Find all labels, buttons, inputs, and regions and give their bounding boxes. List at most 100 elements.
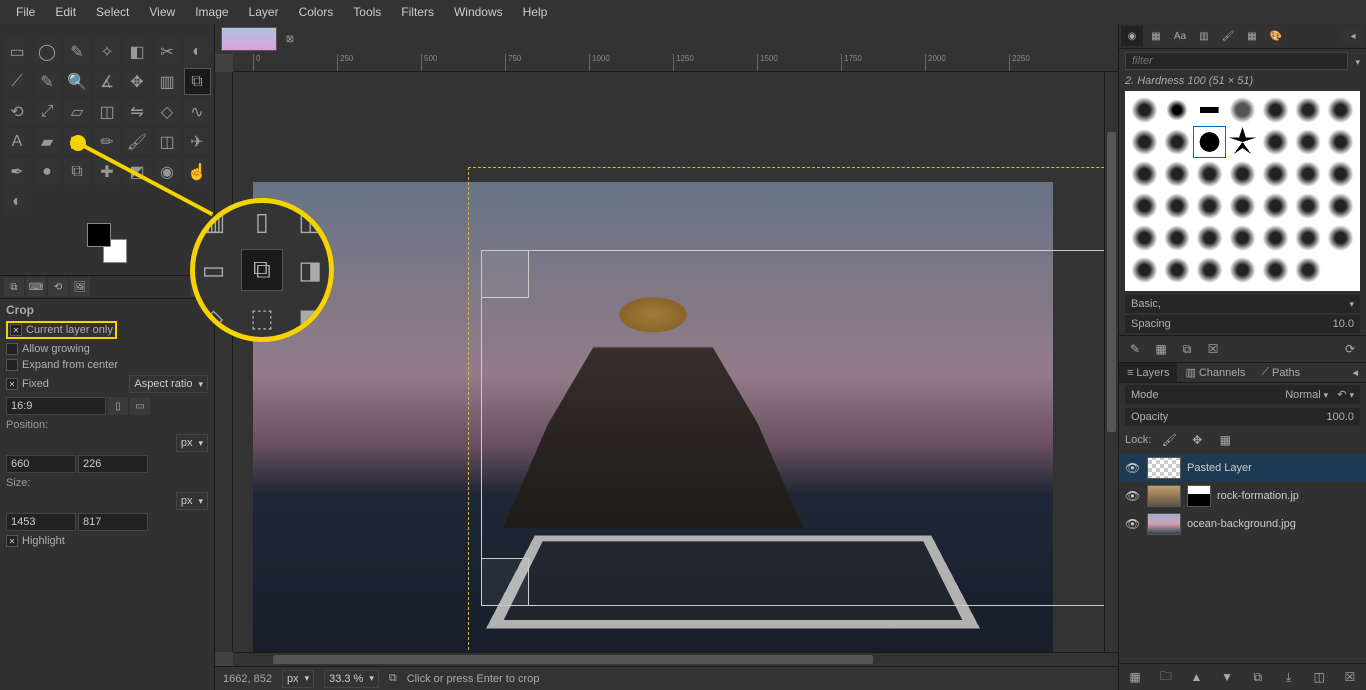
brush-swatch[interactable] [1293, 159, 1324, 189]
input-position-y[interactable] [78, 455, 148, 473]
dropdown-fixed-mode[interactable]: Aspect ratio [129, 375, 208, 393]
tool-move[interactable]: ✥ [124, 68, 151, 95]
layer-visibility-icon[interactable]: 👁 [1125, 517, 1141, 531]
menu-filters[interactable]: Filters [393, 3, 442, 21]
tool-by-color[interactable]: ◧ [124, 38, 151, 65]
brush-swatch[interactable] [1260, 223, 1291, 253]
tool-mypaint[interactable]: ● [34, 158, 61, 185]
tool-airbrush[interactable]: ✈ [184, 128, 211, 155]
dropdown-size-unit[interactable]: px [176, 492, 208, 510]
brush-category-dropdown-icon[interactable] [1346, 298, 1354, 310]
crop-handle-bl[interactable] [481, 558, 529, 606]
tool-perspective[interactable]: ◫ [94, 98, 121, 125]
tool-measure[interactable]: ∡ [94, 68, 121, 95]
layer-name[interactable]: rock-formation.jp [1217, 490, 1299, 502]
tool-ellipse-select[interactable]: ◯ [34, 38, 61, 65]
tab-layers[interactable]: ≡ Layers [1119, 363, 1177, 382]
tool-bucket[interactable]: ▰ [34, 128, 61, 155]
btn-merge-down-icon[interactable]: ⤓ [1279, 668, 1299, 686]
menu-layer[interactable]: Layer [241, 3, 287, 21]
dropdown-position-unit[interactable]: px [176, 434, 208, 452]
btn-mask-icon[interactable]: ◫ [1309, 668, 1329, 686]
brush-swatch[interactable] [1162, 95, 1193, 125]
tool-cage[interactable]: ◇ [154, 98, 181, 125]
tab-tool-presets-icon[interactable]: 🎨 [1265, 26, 1287, 46]
tool-ink[interactable]: ✒ [4, 158, 31, 185]
tool-foreground[interactable]: ◐ [184, 38, 211, 65]
crop-rectangle[interactable] [481, 250, 1104, 606]
image-tab-thumbnail[interactable] [221, 27, 277, 51]
brush-swatch[interactable] [1227, 223, 1258, 253]
tab-images[interactable]: 🖼 [70, 278, 90, 296]
brush-swatch[interactable] [1129, 255, 1160, 285]
brush-swatch[interactable] [1260, 95, 1291, 125]
layer-name[interactable]: ocean-background.jpg [1187, 518, 1296, 530]
tool-rect-select[interactable]: ▭ [4, 38, 31, 65]
tool-fuzzy-select[interactable]: ✧ [94, 38, 121, 65]
brush-swatch[interactable] [1293, 191, 1324, 221]
tool-dodge[interactable]: ◐ [4, 188, 31, 215]
mode-dropdown[interactable]: Normal [1285, 389, 1328, 401]
brush-swatch[interactable] [1293, 223, 1324, 253]
brush-swatch[interactable] [1194, 223, 1225, 253]
tab-fonts-icon[interactable]: Aa [1169, 26, 1191, 46]
menu-view[interactable]: View [141, 3, 183, 21]
btn-delete-brush-icon[interactable]: ☒ [1203, 340, 1223, 358]
lock-position-icon[interactable]: ✥ [1187, 431, 1207, 449]
brush-swatch[interactable] [1293, 95, 1324, 125]
tool-eraser[interactable]: ◫ [154, 128, 181, 155]
layer-item[interactable]: 👁 rock-formation.jp [1119, 482, 1366, 510]
menu-image[interactable]: Image [187, 3, 236, 21]
check-highlight[interactable]: ✕ [6, 535, 18, 547]
check-allow-growing[interactable] [6, 343, 18, 355]
check-expand-from-center[interactable] [6, 359, 18, 371]
menu-select[interactable]: Select [88, 3, 137, 21]
input-size-w[interactable] [6, 513, 76, 531]
brush-swatch[interactable] [1129, 95, 1160, 125]
brush-swatch[interactable] [1325, 95, 1356, 125]
tab-palettes-icon[interactable]: ▦ [1241, 26, 1263, 46]
btn-duplicate-brush-icon[interactable]: ⧉ [1177, 340, 1197, 358]
tool-crop[interactable]: ⧉ [184, 68, 211, 95]
tab-menu-icon[interactable]: ◂ [1344, 363, 1366, 382]
brush-swatch[interactable] [1325, 223, 1356, 253]
brush-swatch[interactable] [1129, 127, 1160, 157]
btn-new-brush-icon[interactable]: ▦ [1151, 340, 1171, 358]
brush-swatch[interactable] [1194, 159, 1225, 189]
brush-swatch[interactable] [1293, 255, 1324, 285]
btn-landscape-icon[interactable]: ▭ [130, 397, 150, 415]
brush-swatch[interactable] [1194, 255, 1225, 285]
mode-switch-icon[interactable]: ↶ [1337, 389, 1354, 401]
tool-warp[interactable]: ∿ [184, 98, 211, 125]
check-current-layer-only[interactable]: ✕ [10, 324, 22, 336]
lock-pixels-icon[interactable]: 🖌 [1159, 431, 1179, 449]
brush-swatch[interactable] [1162, 159, 1193, 189]
brush-swatch[interactable] [1227, 127, 1258, 157]
status-zoom-dropdown[interactable]: 33.3 % [324, 670, 379, 688]
brush-swatch[interactable] [1162, 223, 1193, 253]
input-aspect-ratio[interactable] [6, 397, 106, 415]
brush-swatch[interactable] [1194, 191, 1225, 221]
tab-tool-options[interactable]: ⧉ [4, 278, 24, 296]
canvas-viewport[interactable] [233, 72, 1104, 652]
btn-portrait-icon[interactable]: ▯ [108, 397, 128, 415]
brush-swatch[interactable] [1162, 191, 1193, 221]
menu-file[interactable]: File [8, 3, 43, 21]
btn-duplicate-layer-icon[interactable]: ⧉ [1248, 668, 1268, 686]
input-position-x[interactable] [6, 455, 76, 473]
brush-grid[interactable] [1125, 91, 1360, 291]
brush-swatch[interactable] [1293, 127, 1324, 157]
menu-windows[interactable]: Windows [446, 3, 511, 21]
filter-dropdown-icon[interactable] [1352, 54, 1360, 68]
brush-swatch[interactable] [1260, 255, 1291, 285]
btn-delete-layer-icon[interactable]: ☒ [1340, 668, 1360, 686]
brush-swatch[interactable] [1227, 255, 1258, 285]
menu-tools[interactable]: Tools [345, 3, 389, 21]
foreground-background-swatch[interactable] [87, 223, 127, 263]
brush-swatch[interactable] [1129, 191, 1160, 221]
brush-swatch[interactable] [1227, 95, 1258, 125]
tool-color-picker[interactable]: ✎ [34, 68, 61, 95]
tab-brushes-icon[interactable]: ◉ [1121, 26, 1143, 46]
tab-undo-history[interactable]: ⟲ [48, 278, 68, 296]
scrollbar-vertical[interactable] [1104, 72, 1118, 652]
